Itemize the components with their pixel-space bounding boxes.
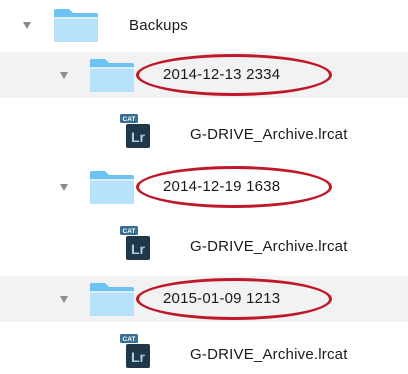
catalog-badge-text: CAT — [123, 336, 136, 343]
folder-label-backups: Backups — [129, 17, 188, 34]
disclosure-triangle-icon[interactable] — [60, 184, 68, 191]
catalog-badge-text: CAT — [123, 116, 136, 123]
folder-icon — [88, 169, 136, 205]
file-label: G-DRIVE_Archive.lrcat — [190, 346, 348, 363]
tree-row-folder[interactable]: 2014-12-13 2334 — [0, 52, 408, 98]
tree-row-backups[interactable]: Backups — [0, 4, 408, 46]
lr-glyph: Lr — [131, 241, 146, 257]
tree-row-file[interactable]: CAT Lr G-DRIVE_Archive.lrcat — [0, 328, 408, 374]
file-label: G-DRIVE_Archive.lrcat — [190, 238, 348, 255]
lightroom-catalog-icon: CAT Lr — [118, 114, 150, 148]
file-tree: Backups 2014-12-13 2334 CAT Lr G-DRIVE_A… — [0, 0, 408, 374]
tree-row-file[interactable]: CAT Lr G-DRIVE_Archive.lrcat — [0, 104, 408, 158]
lr-glyph: Lr — [131, 129, 146, 145]
folder-icon — [88, 281, 136, 317]
folder-label: 2015-01-09 1213 — [163, 290, 281, 307]
disclosure-triangle-icon[interactable] — [60, 296, 68, 303]
lightroom-catalog-icon: CAT Lr — [118, 334, 150, 368]
folder-icon — [88, 57, 136, 93]
catalog-badge-text: CAT — [123, 228, 136, 235]
folder-label: 2014-12-19 1638 — [163, 178, 281, 195]
tree-row-file[interactable]: CAT Lr G-DRIVE_Archive.lrcat — [0, 216, 408, 270]
tree-row-folder[interactable]: 2015-01-09 1213 — [0, 276, 408, 322]
folder-label: 2014-12-13 2334 — [163, 66, 281, 83]
folder-icon — [52, 7, 100, 43]
disclosure-triangle-icon[interactable] — [60, 72, 68, 79]
tree-row-folder[interactable]: 2014-12-19 1638 — [0, 164, 408, 210]
lightroom-catalog-icon: CAT Lr — [118, 226, 150, 260]
lr-glyph: Lr — [131, 349, 146, 365]
file-label: G-DRIVE_Archive.lrcat — [190, 126, 348, 143]
disclosure-triangle-icon[interactable] — [23, 22, 31, 29]
